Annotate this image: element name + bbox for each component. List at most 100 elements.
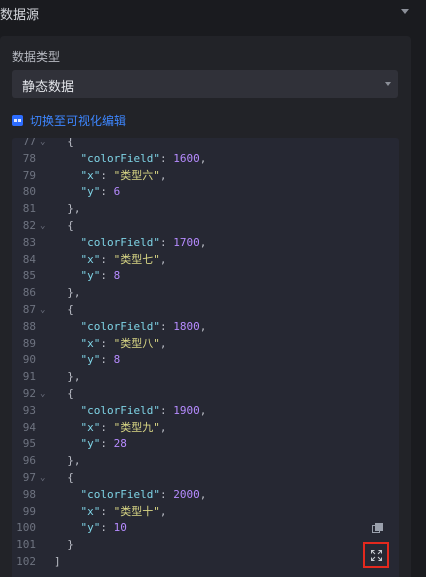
code-line[interactable]: 89 "x": "类型八", (12, 336, 399, 353)
code-token: { (67, 470, 74, 484)
line-number: 90 (22, 353, 36, 367)
code-token: , (159, 252, 167, 266)
section-header[interactable]: 数据源 (0, 0, 426, 26)
code-line[interactable]: 81 }, (12, 201, 399, 218)
code-token: , (199, 151, 207, 165)
code-editor[interactable]: 77 ⌄ {78 "colorField": 1600, 79 "x": "类型六"… (12, 138, 399, 577)
code-line[interactable]: 80 "y": 6 (12, 184, 399, 201)
code-text: "y": 6 (54, 184, 121, 201)
code-token: "colorField" (80, 151, 160, 165)
code-token: 1600 (173, 151, 200, 165)
line-number: 95 (22, 437, 36, 451)
section-title: 数据源 (0, 8, 40, 23)
code-text: "x": "类型八", (54, 336, 167, 353)
code-line[interactable]: 86 }, (12, 285, 399, 302)
code-token: , (159, 336, 167, 350)
code-line[interactable]: 95 "y": 28 (12, 436, 399, 453)
code-token: : (100, 420, 114, 434)
code-line[interactable]: 97 ⌄ { (12, 470, 399, 487)
code-line[interactable]: 78 "colorField": 1600, (12, 151, 399, 168)
code-line[interactable]: 101 } (12, 537, 399, 554)
code-token: "x" (80, 504, 101, 518)
code-token: "类型八" (113, 336, 160, 350)
code-token: 8 (113, 269, 121, 283)
code-token: "colorField" (80, 487, 160, 501)
line-number: 92 (22, 386, 36, 400)
code-line[interactable]: 93 "colorField": 1900, (12, 403, 399, 420)
fold-chevron-icon[interactable]: ⌄ (40, 218, 45, 235)
line-number: 101 (16, 538, 36, 552)
caret-down-icon (385, 82, 391, 86)
fold-chevron-icon[interactable]: ⌄ (40, 386, 45, 403)
code-line[interactable]: 77 ⌄ { (12, 138, 399, 151)
code-line[interactable]: 102] (12, 554, 399, 571)
code-token: ] (54, 554, 61, 568)
code-token: , (199, 235, 207, 249)
code-text: ] (54, 554, 61, 571)
line-number: 86 (22, 286, 36, 300)
code-line[interactable]: 94 "x": "类型九", (12, 420, 399, 437)
code-line[interactable]: 98 "colorField": 2000, (12, 487, 399, 504)
line-number: 79 (22, 168, 36, 182)
code-token: "x" (80, 168, 101, 182)
switch-visual-editor-label: 切换至可视化编辑 (30, 113, 127, 128)
code-line[interactable]: 92 ⌄ { (12, 386, 399, 403)
code-token: 6 (113, 185, 121, 199)
visual-editor-icon (12, 114, 23, 126)
code-line[interactable]: 100 "y": 10 (12, 520, 399, 537)
code-text: { (54, 386, 74, 403)
code-text: "colorField": 1800, (54, 319, 207, 336)
code-token: : (159, 403, 174, 417)
code-line[interactable]: 79 "x": "类型六", (12, 168, 399, 185)
code-token: : (100, 185, 114, 199)
code-line[interactable]: 91 }, (12, 369, 399, 386)
line-number: 91 (22, 370, 36, 384)
fold-chevron-icon[interactable]: ⌄ (40, 470, 45, 487)
code-line[interactable]: 99 "x": "类型十", (12, 504, 399, 521)
line-number: 99 (22, 504, 36, 518)
code-text: "colorField": 1700, (54, 235, 207, 252)
code-token: 1700 (173, 235, 200, 249)
code-text: "y": 8 (54, 352, 121, 369)
code-token: : (100, 521, 114, 535)
code-token: : (159, 235, 174, 249)
line-number: 82 (22, 218, 36, 232)
code-token: { (67, 218, 74, 232)
line-number: 80 (22, 185, 36, 199)
code-token: "colorField" (80, 319, 160, 333)
scrollbar[interactable] (415, 26, 426, 577)
code-token: "x" (80, 420, 101, 434)
switch-visual-editor-link[interactable]: 切换至可视化编辑 (12, 112, 126, 128)
fold-chevron-icon[interactable]: ⌄ (40, 138, 45, 151)
code-token: , (159, 504, 167, 518)
code-token: 28 (113, 437, 127, 451)
code-text: }, (54, 369, 80, 386)
code-text: "y": 10 (54, 520, 127, 537)
code-line[interactable]: 82 ⌄ { (12, 218, 399, 235)
code-line[interactable]: 90 "y": 8 (12, 352, 399, 369)
code-line[interactable]: 87 ⌄ { (12, 302, 399, 319)
code-line[interactable]: 83 "colorField": 1700, (12, 235, 399, 252)
line-number: 78 (22, 151, 36, 165)
code-text: { (54, 302, 74, 319)
line-number: 96 (22, 454, 36, 468)
code-line[interactable]: 96 }, (12, 453, 399, 470)
code-line[interactable]: 88 "colorField": 1800, (12, 319, 399, 336)
chevron-down-icon[interactable] (401, 9, 409, 14)
data-type-select[interactable]: 静态数据 (12, 70, 398, 98)
fullscreen-icon (371, 550, 382, 561)
code-text: "x": "类型六", (54, 168, 167, 185)
fold-chevron-icon[interactable]: ⌄ (40, 302, 45, 319)
data-type-label: 数据类型 (12, 50, 61, 64)
code-text: { (54, 470, 74, 487)
code-token: "y" (80, 353, 101, 367)
code-token: 1800 (173, 319, 200, 333)
copy-icon[interactable] (372, 523, 383, 533)
code-line[interactable]: 85 "y": 8 (12, 268, 399, 285)
code-text: "y": 28 (54, 436, 127, 453)
code-line[interactable]: 84 "x": "类型七", (12, 252, 399, 269)
fullscreen-button[interactable] (363, 542, 389, 568)
code-token: }, (67, 202, 81, 216)
code-token: "colorField" (80, 403, 160, 417)
line-number: 85 (22, 269, 36, 283)
